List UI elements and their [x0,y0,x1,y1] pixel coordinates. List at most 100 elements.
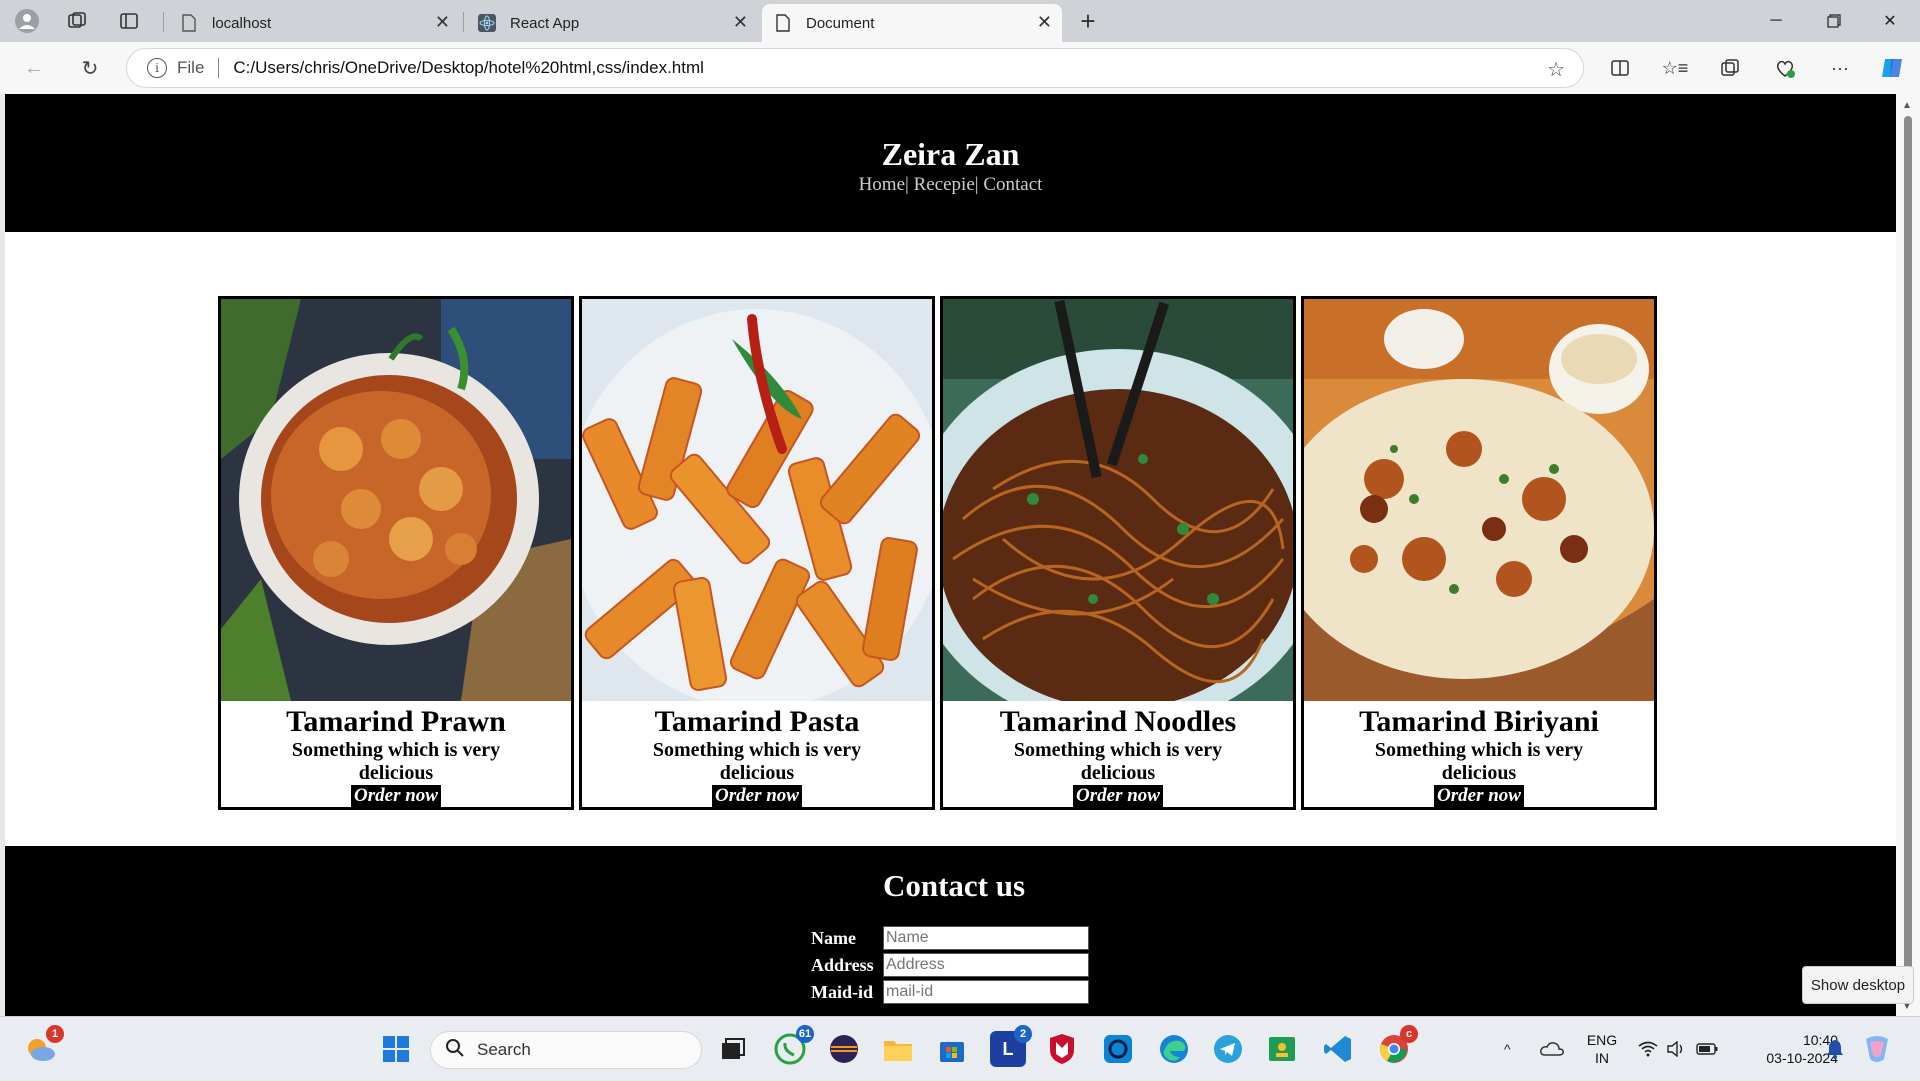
restore-icon[interactable] [1806,0,1862,42]
minimize-icon[interactable]: ─ [1748,0,1804,42]
classroom-icon[interactable] [1264,1031,1300,1067]
lang-line2: IN [1595,1050,1609,1066]
close-tab-icon[interactable]: ✕ [1037,12,1052,33]
site-header: Zeira Zan Home| Recepie| Contact [5,94,1896,232]
tab-react-app[interactable]: React App ✕ [466,4,758,42]
weather-icon[interactable]: 1 [22,1025,64,1067]
page-viewport: Zeira Zan Home| Recepie| Contact Tamarin… [5,94,1896,1016]
recipe-card: Tamarind Pasta Something which is very d… [579,296,935,810]
edge-icon[interactable] [1156,1031,1192,1067]
address-row: Address [811,953,1089,977]
scroll-up-icon[interactable]: ▲ [1902,100,1912,111]
prawn-dish-image [221,299,571,701]
collections-icon[interactable] [1714,52,1746,84]
taskbar: 1 Search 61 L 2 c ^ ENG IN 10:40 03-10-2… [0,1016,1920,1080]
scrollbar-thumb[interactable] [1904,116,1912,996]
taskbar-search[interactable]: Search [430,1031,702,1069]
address-input[interactable] [883,953,1089,977]
show-hidden-icons[interactable]: ^ [1504,1017,1511,1081]
nav-recepie[interactable]: Recepie| [909,174,979,195]
name-input[interactable] [883,926,1089,950]
url-text[interactable]: C:/Users/chris/OneDrive/Desktop/hotel%20… [233,58,704,78]
copilot-tray-icon[interactable] [1862,1017,1892,1081]
close-tab-icon[interactable]: ✕ [435,12,450,33]
recipe-card: Tamarind Biriyani Something which is ver… [1301,296,1657,810]
wifi-icon[interactable] [1638,1017,1658,1081]
recipe-description: Something which is very delicious [1374,739,1584,784]
order-now-button[interactable]: Order now [1073,785,1163,807]
chrome-badge: c [1400,1025,1418,1043]
tab-title: Document [806,14,875,32]
volume-icon[interactable] [1666,1017,1686,1081]
recipe-name: Tamarind Noodles [999,705,1237,738]
show-desktop-tooltip: Show desktop [1802,966,1914,1004]
app-o-icon[interactable] [1100,1031,1136,1067]
profile-icon[interactable] [12,6,42,36]
address-bar[interactable]: i File C:/Users/chris/OneDrive/Desktop/h… [126,48,1584,88]
more-options-icon[interactable]: ··· [1824,52,1856,84]
split-screen-icon[interactable] [1604,52,1636,84]
order-now-button[interactable]: Order now [351,785,441,807]
order-now-button[interactable]: Order now [712,785,802,807]
address-label: Address [811,954,874,975]
recipe-description: Something which is very delicious [291,739,501,784]
recipe-card: Tamarind Prawn Something which is very d… [218,296,574,810]
vscode-icon[interactable] [1320,1031,1356,1067]
scheme-label: File [177,58,205,77]
recipe-name: Tamarind Pasta [654,705,860,738]
info-icon[interactable]: i [147,58,167,78]
name-row: Name [811,926,1089,950]
mail-row: Maid-id [811,980,1089,1004]
lang-line1: ENG [1586,1032,1618,1048]
back-arrow-icon[interactable]: ← [18,52,50,84]
browser-toolbar: ← ↻ i File C:/Users/chris/OneDrive/Deskt… [0,42,1920,94]
mail-label: Maid-id [811,981,874,1002]
chrome-icon[interactable]: c [1376,1025,1418,1067]
mail-input[interactable] [883,980,1089,1004]
favorites-icon[interactable]: ☆≡ [1659,52,1691,84]
whatsapp-icon[interactable]: 61 [772,1025,814,1067]
whatsapp-badge: 61 [796,1025,814,1043]
react-icon [478,14,496,32]
workspaces-icon[interactable] [62,6,92,36]
mcafee-icon[interactable] [1044,1031,1080,1067]
lens-icon[interactable]: L 2 [990,1025,1032,1067]
order-now-button[interactable]: Order now [1434,785,1524,807]
contact-title: Contact us [882,868,1026,903]
page-scrollbar[interactable]: ▲ ▼ [1896,94,1920,1016]
copilot-icon[interactable] [1876,52,1908,84]
tab-localhost[interactable]: localhost ✕ [168,4,460,42]
file-explorer-icon[interactable] [880,1031,916,1067]
nav-home[interactable]: Home| [859,174,909,195]
browser-essentials-icon[interactable] [1769,52,1801,84]
name-label: Name [811,927,856,948]
page-icon [180,14,198,32]
reload-icon[interactable]: ↻ [74,52,106,84]
nav-contact[interactable]: Contact [979,174,1042,195]
weather-badge: 1 [46,1025,64,1043]
start-icon[interactable] [378,1031,414,1067]
tab-actions-icon[interactable] [114,6,144,36]
recipe-card: Tamarind Noodles Something which is very… [940,296,1296,810]
pasta-dish-image [582,299,932,701]
task-view-icon[interactable] [714,1031,750,1067]
close-window-icon[interactable]: ✕ [1862,0,1918,42]
language-indicator[interactable]: ENG IN [1584,1031,1620,1067]
recipe-name: Tamarind Prawn [286,705,506,738]
tab-document[interactable]: Document ✕ [762,4,1062,42]
recipe-name: Tamarind Biriyani [1359,705,1599,738]
tab-title: React App [510,14,580,32]
battery-icon[interactable] [1696,1017,1718,1081]
site-nav: Home| Recepie| Contact [5,174,1896,196]
eclipse-icon[interactable] [826,1031,862,1067]
telegram-icon[interactable] [1210,1031,1246,1067]
microsoft-store-icon[interactable] [934,1031,970,1067]
favorite-star-icon[interactable]: ☆ [1547,57,1565,82]
new-tab-icon[interactable]: + [1073,6,1103,36]
recipe-description: Something which is very delicious [652,739,862,784]
onedrive-icon[interactable] [1540,1017,1564,1081]
close-tab-icon[interactable]: ✕ [733,12,748,33]
browser-tab-bar: localhost ✕ React App ✕ Document ✕ + ─ ✕ [0,0,1920,42]
notification-bell-icon[interactable] [1826,1017,1844,1081]
noodles-dish-image [943,299,1293,701]
